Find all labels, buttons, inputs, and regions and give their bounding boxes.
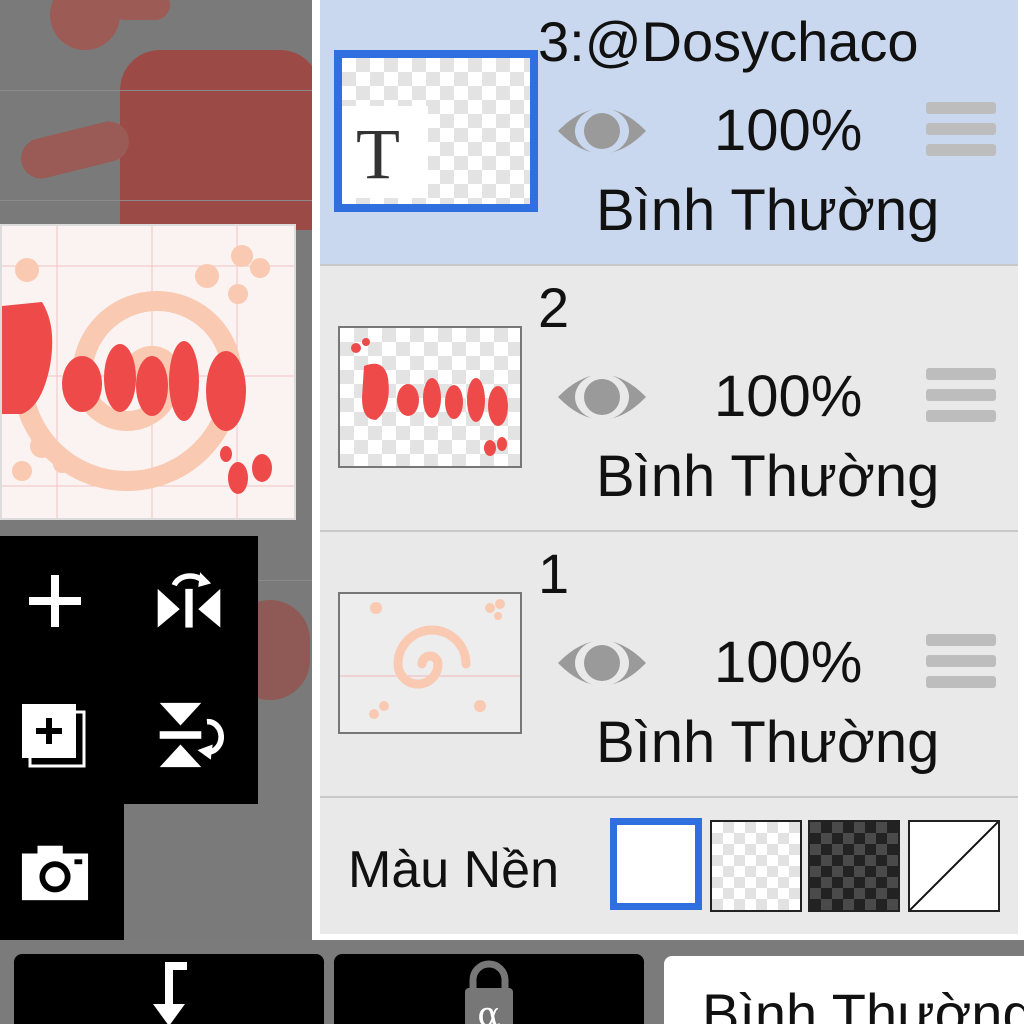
layer-visibility-toggle[interactable] xyxy=(554,628,650,698)
layer-row-3[interactable]: T 3:@Dosychaco 100% Bình Thường xyxy=(320,0,1018,266)
flip-vertical-button[interactable] xyxy=(154,700,224,770)
eye-icon xyxy=(558,374,646,420)
flip-horizontal-icon xyxy=(157,572,221,628)
plus-icon xyxy=(29,575,81,627)
eye-icon xyxy=(558,108,646,154)
alpha-lock-button[interactable]: α xyxy=(334,954,644,1024)
layer-thumbnail xyxy=(338,326,522,468)
background-color-label: Màu Nền xyxy=(348,841,559,899)
background-swatch-none[interactable] xyxy=(908,820,1000,912)
layer-name: 2 xyxy=(538,276,570,339)
merge-down-button[interactable] xyxy=(14,954,324,1024)
flip-vertical-icon xyxy=(159,702,224,768)
eye-icon xyxy=(558,640,646,686)
drag-handle-icon[interactable] xyxy=(926,368,996,430)
canvas-preview[interactable] xyxy=(0,224,296,520)
duplicate-layer-icon xyxy=(22,704,86,768)
layer-blend-mode[interactable]: Bình Thường xyxy=(596,714,939,772)
alpha-lock-icon: α xyxy=(465,960,513,1024)
background-swatch-transparent-light[interactable] xyxy=(710,820,802,912)
background-swatch-white[interactable] xyxy=(610,818,702,910)
flip-horizontal-button[interactable] xyxy=(154,564,224,634)
layer-blend-mode[interactable]: Bình Thường xyxy=(596,182,939,240)
background-swatch-transparent-dark[interactable] xyxy=(808,820,900,912)
layer-row-1[interactable]: 1 100% Bình Thường xyxy=(320,532,1018,798)
layer-thumbnail xyxy=(338,592,522,734)
layer-row-2[interactable]: 2 100% Bình Thường xyxy=(320,266,1018,532)
layer-thumbnail-image xyxy=(351,338,508,456)
layer-blend-mode[interactable]: Bình Thường xyxy=(596,448,939,506)
layer-opacity[interactable]: 100% xyxy=(714,368,862,426)
layer-visibility-toggle[interactable] xyxy=(554,362,650,432)
layer-name: 1 xyxy=(538,542,570,605)
blend-mode-value: Bình Thường xyxy=(702,982,1024,1024)
camera-icon xyxy=(21,845,89,901)
text-layer-icon: T xyxy=(356,114,400,194)
no-background-icon xyxy=(910,822,998,910)
layer-panel: T 3:@Dosychaco 100% Bình Thường 2 100% B… xyxy=(312,0,1024,940)
alpha-lock-symbol: α xyxy=(478,995,501,1024)
layer-opacity[interactable]: 100% xyxy=(714,102,862,160)
layer-opacity[interactable]: 100% xyxy=(714,634,862,692)
camera-button[interactable] xyxy=(20,836,90,906)
drag-handle-icon[interactable] xyxy=(926,102,996,164)
layer-thumbnail-image xyxy=(340,599,520,719)
layer-thumbnail: T xyxy=(334,50,538,212)
add-layer-button[interactable] xyxy=(20,566,90,636)
blend-mode-selector[interactable]: Bình Thường xyxy=(664,956,1024,1024)
layer-name: 3:@Dosychaco xyxy=(538,10,919,73)
background-color-row: Màu Nền xyxy=(320,798,1018,934)
layer-visibility-toggle[interactable] xyxy=(554,96,650,166)
duplicate-layer-button[interactable] xyxy=(18,700,88,770)
merge-down-arrow-icon xyxy=(153,962,187,1024)
drag-handle-icon[interactable] xyxy=(926,634,996,696)
artwork-preview-image xyxy=(2,226,294,518)
